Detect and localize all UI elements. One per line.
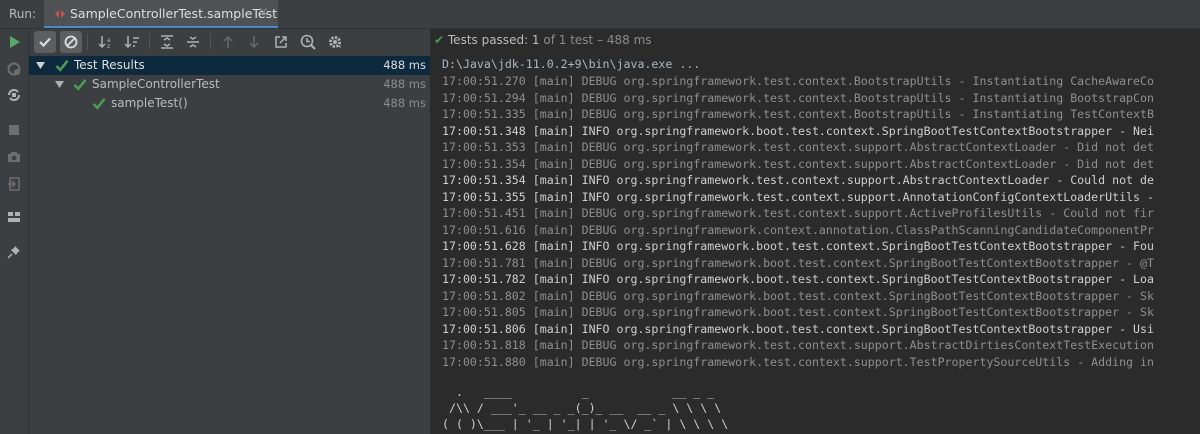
tree-label: Test Results	[74, 58, 145, 72]
banner-line: /\\ / ___'_ __ _ _(_)_ __ __ _ \ \ \ \	[442, 401, 722, 415]
console-log-line: 17:00:51.628 [main] INFO org.springframe…	[442, 239, 1154, 253]
console-log-line: 17:00:51.781 [main] DEBUG org.springfram…	[442, 255, 1154, 270]
test-history-button[interactable]	[297, 31, 319, 53]
play-icon	[10, 36, 20, 48]
test-config-icon	[55, 10, 65, 18]
rerun-failed-button[interactable]	[4, 59, 24, 79]
passed-check-icon: ✔	[434, 33, 445, 47]
run-tool-window-header: Run: SampleControllerTest.sampleTest ×	[0, 0, 1200, 29]
tree-row-test-class[interactable]: SampleControllerTest 488 ms	[29, 75, 430, 94]
history-icon	[300, 34, 316, 50]
console-log-line: 17:00:51.270 [main] DEBUG org.springfram…	[442, 74, 1154, 88]
stop-icon	[9, 125, 19, 135]
toggle-auto-test-button[interactable]	[4, 85, 24, 105]
arrow-up-icon	[223, 35, 233, 48]
test-tree-panel: a z Test Results 488 ms SampleController…	[29, 29, 431, 434]
settings-button[interactable]	[324, 31, 346, 53]
test-tree-toolbar: a z	[29, 29, 430, 55]
console-log-line: 17:00:51.451 [main] DEBUG org.springfram…	[442, 206, 1154, 220]
console-log-line: 17:00:51.802 [main] DEBUG org.springfram…	[442, 288, 1154, 303]
gear-icon	[329, 36, 341, 48]
console-log-line: 17:00:51.355 [main] INFO org.springframe…	[442, 189, 1154, 204]
restore-layout-button[interactable]	[4, 207, 24, 227]
console-log-line: 17:00:51.616 [main] DEBUG org.springfram…	[442, 222, 1154, 237]
rerun-button[interactable]	[4, 32, 24, 52]
auto-test-icon	[8, 89, 20, 101]
ignored-icon	[64, 35, 78, 49]
passed-check-icon	[73, 78, 87, 91]
sort-duration-icon	[124, 36, 139, 49]
console-log-line: 17:00:51.353 [main] DEBUG org.springfram…	[442, 140, 1154, 154]
show-ignored-button[interactable]	[60, 31, 82, 53]
tab-label: SampleControllerTest.sampleTest	[70, 6, 278, 21]
status-count: 1	[531, 33, 540, 47]
console-log-line: 17:00:51.806 [main] INFO org.springframe…	[442, 321, 1154, 336]
collapse-arrow-icon[interactable]	[36, 62, 45, 69]
pin-icon	[7, 246, 20, 259]
console-log-line: 17:00:51.335 [main] DEBUG org.springfram…	[442, 107, 1154, 121]
show-passed-button[interactable]	[34, 31, 56, 53]
collapse-all-button[interactable]	[182, 31, 204, 53]
close-icon[interactable]: ×	[258, 5, 269, 20]
console-log-line: 17:00:51.294 [main] DEBUG org.springfram…	[442, 90, 1154, 105]
status-prefix: Tests passed:	[447, 33, 532, 47]
camera-icon	[8, 152, 20, 162]
duration-label: 488 ms	[383, 96, 426, 110]
pin-tab-button[interactable]	[4, 242, 24, 262]
layout-icon	[8, 212, 20, 222]
passed-check-icon	[55, 59, 69, 72]
run-label: Run:	[9, 7, 37, 21]
tree-label: sampleTest()	[111, 96, 188, 110]
console-log-line: 17:00:51.354 [main] DEBUG org.springfram…	[442, 156, 1154, 171]
stop-button[interactable]	[4, 120, 24, 140]
tree-label: SampleControllerTest	[92, 77, 220, 91]
duration-label: 488 ms	[383, 58, 426, 72]
console-log-line: 17:00:51.818 [main] DEBUG org.springfram…	[442, 338, 1154, 352]
console-command-line: D:\Java\jdk-11.0.2+9\bin\java.exe ...	[442, 57, 701, 71]
banner-line: ( ( )\___ | '_ | '_| | '_ \/ _` | \ \ \ …	[442, 417, 729, 431]
console-log-line: 17:00:51.880 [main] DEBUG org.springfram…	[442, 354, 1154, 369]
sort-by-duration-button[interactable]	[121, 31, 143, 53]
expand-all-icon	[161, 35, 173, 49]
passed-check-icon	[92, 97, 106, 110]
run-side-toolbar	[0, 29, 29, 434]
arrow-down-icon	[249, 36, 259, 49]
banner-line: . ____ _ __ _ _	[442, 385, 715, 399]
exit-button[interactable]	[4, 174, 24, 194]
sort-alphabetically-button[interactable]: a z	[95, 31, 117, 53]
run-config-tab[interactable]: SampleControllerTest.sampleTest ×	[44, 0, 278, 28]
rerun-failed-icon	[7, 62, 21, 76]
export-icon	[275, 36, 287, 48]
console-log-line: 17:00:51.805 [main] DEBUG org.springfram…	[442, 305, 1154, 319]
test-status: ✔ Tests passed: 1 of 1 test – 488 ms	[434, 33, 652, 47]
tree-row-test-results[interactable]: Test Results 488 ms	[29, 56, 430, 75]
dump-threads-button[interactable]	[4, 147, 24, 167]
svg-text:z: z	[107, 43, 110, 49]
collapse-all-icon	[187, 36, 199, 48]
tree-row-test-method[interactable]: sampleTest() 488 ms	[29, 94, 430, 113]
collapse-arrow-icon[interactable]	[55, 81, 64, 88]
console-log-line: 17:00:51.782 [main] INFO org.springframe…	[442, 272, 1154, 286]
console-log-line: 17:00:51.354 [main] INFO org.springframe…	[442, 173, 1154, 187]
check-icon	[39, 37, 51, 48]
console-output[interactable]: D:\Java\jdk-11.0.2+9\bin\java.exe ... 17…	[431, 55, 1200, 434]
export-results-button[interactable]	[270, 31, 292, 53]
next-failed-test-button[interactable]	[243, 31, 265, 53]
duration-label: 488 ms	[383, 77, 426, 91]
expand-all-button[interactable]	[156, 31, 178, 53]
sort-alpha-icon: a z	[98, 36, 111, 49]
exit-icon	[8, 177, 20, 191]
previous-failed-test-button[interactable]	[217, 31, 239, 53]
console-log-line: 17:00:51.348 [main] INFO org.springframe…	[442, 123, 1154, 138]
status-suffix: of 1 test – 488 ms	[539, 33, 652, 47]
